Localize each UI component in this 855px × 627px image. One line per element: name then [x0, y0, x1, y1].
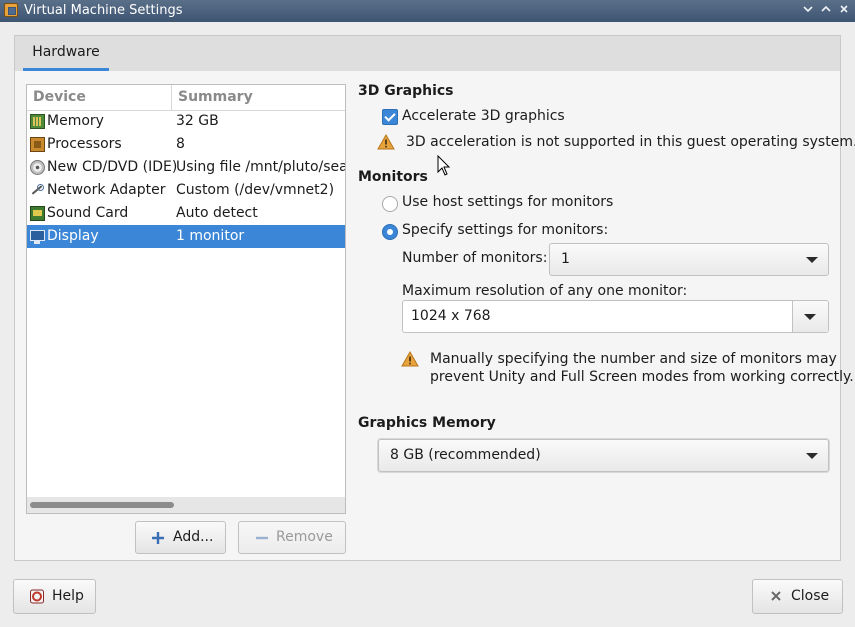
device-name: New CD/DVD (IDE): [47, 159, 178, 175]
table-row-memory[interactable]: Memory 32 GB: [27, 110, 345, 133]
number-of-monitors-label: Number of monitors:: [402, 250, 548, 266]
minimize-button[interactable]: [801, 3, 815, 19]
table-row-network-adapter[interactable]: Network Adapter Custom (/dev/vmnet2): [27, 179, 345, 202]
close-button[interactable]: Close: [752, 579, 843, 614]
tab-hardware[interactable]: Hardware: [23, 36, 109, 71]
monitor-warning-line-2: prevent Unity and Full Screen modes from…: [430, 369, 854, 385]
plus-icon: [152, 522, 164, 565]
close-icon: [770, 580, 782, 626]
max-resolution-value[interactable]: 1024 x 768: [411, 301, 491, 332]
section-title-graphics-memory: Graphics Memory: [358, 415, 496, 431]
device-summary: 1 monitor: [176, 228, 245, 244]
help-button-label: Help: [52, 588, 84, 604]
graphics-memory-value: 8 GB (recommended): [390, 447, 541, 463]
device-summary: Custom (/dev/vmnet2): [176, 182, 335, 198]
horizontal-scrollbar[interactable]: [27, 497, 345, 513]
specify-settings-radio[interactable]: [382, 224, 398, 240]
use-host-settings-label[interactable]: Use host settings for monitors: [402, 194, 613, 210]
device-summary: 32 GB: [176, 113, 219, 129]
close-window-button[interactable]: [837, 3, 851, 19]
device-name: Network Adapter: [47, 182, 166, 198]
help-button[interactable]: Help: [13, 579, 96, 614]
3d-acceleration-warning: 3D acceleration is not supported in this…: [406, 134, 855, 150]
graphics-memory-dropdown[interactable]: 8 GB (recommended): [378, 439, 829, 472]
monitor-warning-line-1: Manually specifying the number and size …: [430, 351, 837, 367]
window-title: Virtual Machine Settings: [24, 3, 183, 18]
title-bar: Virtual Machine Settings: [0, 0, 855, 22]
warning-icon: [377, 133, 395, 150]
section-title-3d-graphics: 3D Graphics: [358, 83, 454, 99]
table-header: Device Summary: [27, 85, 345, 111]
resolution-dropdown-button[interactable]: [792, 301, 828, 332]
table-row-sound-card[interactable]: Sound Card Auto detect: [27, 202, 345, 225]
number-of-monitors-dropdown[interactable]: 1: [549, 243, 829, 276]
help-icon: [30, 580, 44, 626]
section-title-monitors: Monitors: [358, 169, 428, 185]
device-summary: 8: [176, 136, 185, 152]
tab-strip: Hardware: [14, 35, 841, 71]
device-name: Memory: [47, 113, 104, 129]
device-table[interactable]: Device Summary Memory 32 GB Processors 8…: [26, 84, 346, 514]
specify-settings-label[interactable]: Specify settings for monitors:: [402, 222, 608, 238]
app-icon: [4, 3, 18, 17]
mouse-cursor-icon: [437, 154, 451, 177]
device-name: Processors: [47, 136, 122, 152]
accelerate-3d-checkbox[interactable]: [382, 109, 398, 125]
memory-icon: [30, 114, 45, 129]
network-adapter-icon: [30, 183, 45, 198]
maximize-button[interactable]: [819, 3, 833, 19]
minus-icon: [256, 522, 268, 565]
device-name: Sound Card: [47, 205, 129, 221]
number-of-monitors-value: 1: [561, 251, 570, 267]
display-icon: [30, 230, 45, 244]
warning-icon: [401, 350, 419, 367]
sound-card-icon: [30, 206, 45, 221]
add-button[interactable]: Add...: [135, 521, 226, 554]
use-host-settings-radio[interactable]: [382, 196, 398, 212]
device-summary: Auto detect: [176, 205, 258, 221]
max-resolution-combo[interactable]: 1024 x 768: [402, 300, 829, 333]
max-resolution-label: Maximum resolution of any one monitor:: [402, 283, 688, 299]
processor-icon: [30, 137, 45, 152]
device-name: Display: [47, 228, 99, 244]
add-button-label: Add...: [173, 529, 214, 545]
table-row-processors[interactable]: Processors 8: [27, 133, 345, 156]
column-header-device[interactable]: Device: [27, 85, 172, 110]
remove-button[interactable]: Remove: [238, 521, 346, 554]
remove-button-label: Remove: [276, 529, 333, 545]
scrollbar-thumb[interactable]: [30, 502, 174, 508]
device-summary: Using file /mnt/pluto/seaga: [176, 159, 345, 175]
close-button-label: Close: [791, 588, 830, 604]
chevron-down-icon: [806, 453, 818, 459]
table-row-display[interactable]: Display 1 monitor: [27, 225, 345, 248]
column-header-summary[interactable]: Summary: [172, 85, 345, 110]
accelerate-3d-label[interactable]: Accelerate 3D graphics: [402, 108, 565, 124]
chevron-down-icon: [806, 257, 818, 263]
cd-dvd-icon: [30, 160, 45, 175]
table-row-cd-dvd[interactable]: New CD/DVD (IDE) Using file /mnt/pluto/s…: [27, 156, 345, 179]
